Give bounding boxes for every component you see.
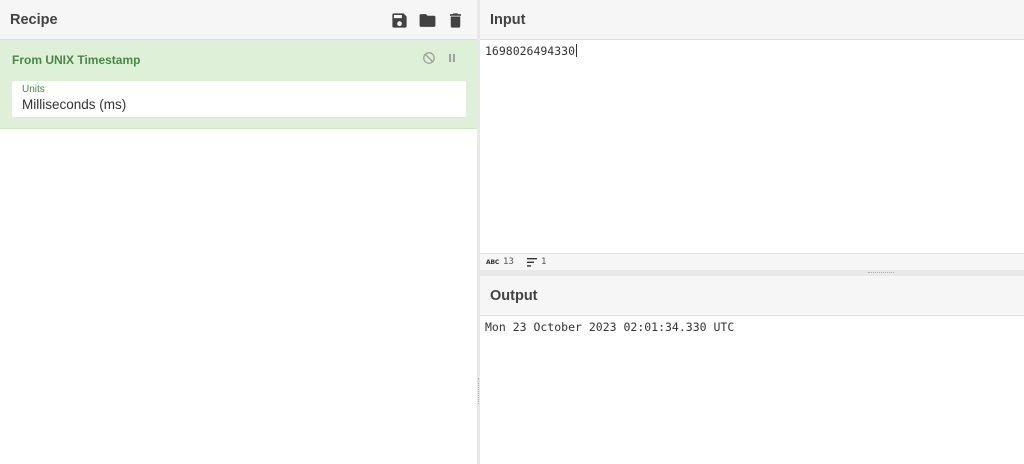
clear-recipe-button[interactable]: [446, 11, 465, 30]
output-header: Output: [480, 276, 1024, 316]
input-value: 1698026494330: [485, 44, 576, 58]
length-value: 13: [503, 257, 514, 267]
save-recipe-button[interactable]: [390, 11, 409, 30]
lines-stat: 1: [527, 257, 546, 267]
cyberchef-app: Recipe From UNIX Timestamp Units Millise…: [0, 0, 1024, 464]
lines-value: 1: [541, 257, 547, 267]
gutter-grip: [478, 378, 479, 404]
output-pane: Output Mon 23 October 2023 02:01:34.330 …: [480, 276, 1024, 464]
trash-icon: [449, 12, 462, 28]
load-recipe-button[interactable]: [418, 11, 437, 30]
disable-icon: [423, 52, 435, 64]
text-caret: [576, 44, 578, 57]
input-pane: Input 1698026494330 ABC 13 1: [480, 0, 1024, 270]
recipe-toolbar: [390, 10, 465, 30]
units-value: Milliseconds (ms): [22, 97, 127, 112]
pause-icon: [449, 53, 455, 63]
output-textarea[interactable]: Mon 23 October 2023 02:01:34.330 UTC: [480, 316, 1024, 464]
disable-operation-button[interactable]: [422, 51, 436, 65]
input-title: Input: [490, 12, 526, 28]
input-header: Input: [480, 0, 1024, 40]
recipe-header: Recipe: [0, 0, 477, 40]
operation-name: From UNIX Timestamp: [12, 53, 141, 67]
operation-from-unix-timestamp[interactable]: From UNIX Timestamp Units Milliseconds (…: [0, 40, 477, 129]
lines-icon: [527, 257, 537, 267]
units-label: Units: [22, 84, 45, 95]
output-text: Mon 23 October 2023 02:01:34.330 UTC: [485, 320, 735, 334]
output-title: Output: [490, 288, 538, 304]
recipe-pane: Recipe From UNIX Timestamp Units Millise…: [0, 0, 477, 464]
abc-icon: ABC: [486, 258, 500, 266]
input-textarea[interactable]: 1698026494330: [480, 40, 1024, 253]
input-text: 1698026494330: [485, 44, 578, 58]
input-status-bar: ABC 13 1: [480, 253, 1024, 270]
recipe-title: Recipe: [10, 12, 58, 28]
save-icon: [392, 12, 407, 28]
units-select[interactable]: Units Milliseconds (ms): [12, 81, 466, 117]
folder-icon: [419, 13, 436, 27]
split-grip: [868, 272, 894, 273]
breakpoint-button[interactable]: [445, 51, 459, 65]
length-stat: ABC 13: [486, 257, 514, 267]
operation-controls: [422, 51, 459, 65]
